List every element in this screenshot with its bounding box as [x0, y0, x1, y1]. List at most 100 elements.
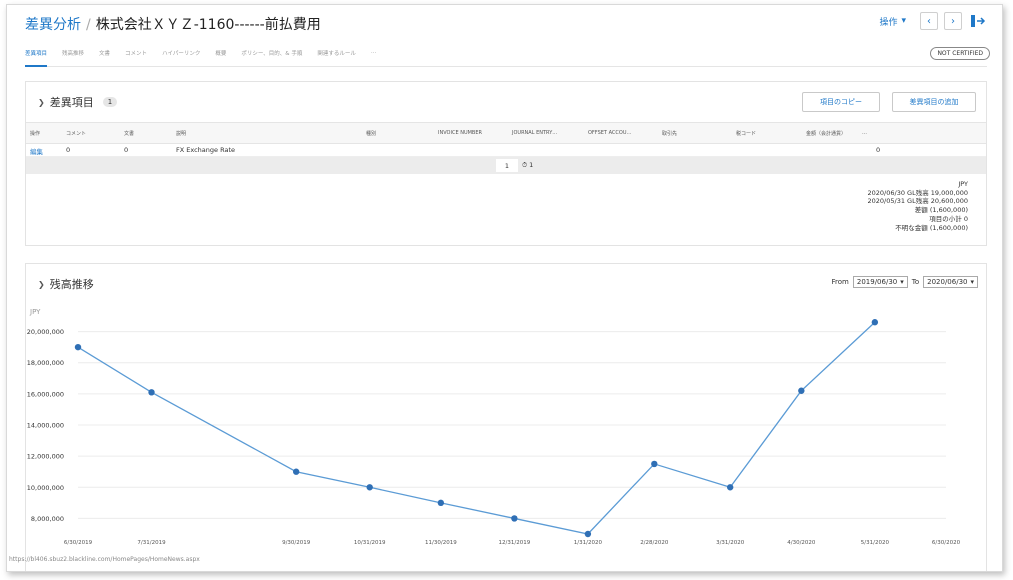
clock-icon: ⏱ [522, 161, 528, 169]
column-header[interactable]: INVOICE NUMBER [438, 130, 482, 136]
account-title: 株式会社ＸＹＺ-1160------前払費用 [95, 17, 321, 33]
variance-items-header[interactable]: ❯ 差異項目 1 [38, 94, 118, 110]
record-count-value: 1 [529, 161, 534, 169]
breadcrumb-separator: / [86, 17, 91, 33]
column-header[interactable]: 説明 [176, 130, 186, 137]
balance-summary: JPY 2020/06/30 GL残高 19,000,000 2020/05/31 … [868, 180, 968, 232]
x-tick-label: 2/28/2020 [640, 540, 669, 546]
tab-item[interactable]: ハイパーリンク [162, 45, 200, 67]
tab-item[interactable]: 関連するルール [317, 45, 356, 67]
data-point [437, 499, 445, 507]
summary-line: JPY [958, 180, 968, 188]
chevron-down-icon: ▾ [901, 16, 906, 26]
balance-trend-title: 残高推移 [49, 278, 94, 291]
variance-table-header: 操作 コメント 文書 説明 種別 INVOICE NUMBER JOURNAL ENTRY…… [26, 122, 986, 144]
data-point [798, 387, 805, 394]
tab-item[interactable]: 文書 [99, 45, 110, 67]
date-range-selector: From 2019/06/30 ▾ To 2020/06/30 ▾ [832, 276, 978, 288]
table-pager: 1 ⏱ 1 [26, 157, 986, 174]
column-header[interactable]: 取引先 [662, 130, 677, 137]
y-tick-label: 16,000,000 [27, 390, 64, 398]
tab-bar: 差異項目 残高推移 文書 コメント ハイパーリンク 概要 ポリシー、目的、& 手順 関連するル… [25, 45, 987, 67]
tab-item[interactable]: 差異項目 [25, 45, 48, 67]
row-comment-count: 0 [66, 146, 71, 154]
column-header[interactable]: OFFSET ACCOU… [588, 130, 632, 136]
balance-trend-chart: JPY 20,000,000 18,000,000 16,000,000 14,000,… [27, 308, 961, 546]
to-label: To [911, 278, 920, 286]
x-tick-label: 7/31/2019 [137, 540, 166, 546]
x-tick-label: 9/30/2019 [282, 540, 311, 546]
dropdown-arrow-icon: ▾ [900, 278, 904, 286]
chevron-left-icon: ‹ [927, 15, 931, 27]
exit-button[interactable] [968, 12, 988, 30]
operations-menu[interactable]: 操作 ▾ [879, 15, 906, 28]
y-tick-label: 20,000,000 [27, 328, 64, 336]
summary-line: 2020/05/31 GL残高 20,600,000 [867, 197, 968, 206]
x-tick-label: 3/31/2020 [716, 540, 745, 546]
edit-link[interactable]: 編集 [30, 146, 43, 156]
column-header[interactable]: コメント [66, 130, 86, 137]
y-tick-label: 10,000,000 [27, 484, 64, 492]
summary-line: 項目の小計 0 [929, 214, 968, 223]
certification-badge: NOT CERTIFIED [930, 47, 990, 60]
y-tick-label: 18,000,000 [27, 359, 64, 367]
to-date-select[interactable]: 2020/06/30 ▾ [923, 276, 978, 288]
column-header[interactable]: … [862, 130, 867, 136]
exit-icon [971, 15, 986, 27]
previous-button[interactable]: ‹ [920, 12, 938, 30]
balance-trend-panel: ❯ 残高推移 From 2019/06/30 ▾ To 2020/06/30 ▾ J… [25, 263, 987, 571]
data-point [871, 319, 879, 326]
tab-item[interactable]: コメント [125, 45, 147, 67]
dropdown-arrow-icon: ▾ [970, 278, 974, 286]
from-label: From [831, 278, 849, 286]
tab-item[interactable]: 概要 [215, 45, 226, 67]
data-point [584, 530, 592, 538]
column-header[interactable]: 操作 [30, 130, 40, 137]
x-tick-label: 1/31/2020 [574, 540, 603, 546]
breadcrumb-link[interactable]: 差異分析 [25, 17, 81, 33]
to-date-value: 2020/06/30 [927, 278, 968, 286]
y-tick-label: 14,000,000 [27, 422, 64, 430]
operations-label: 操作 [879, 17, 898, 28]
from-date-select[interactable]: 2019/06/30 ▾ [852, 276, 908, 288]
collapse-chevron-icon: ❯ [38, 97, 45, 107]
app-window: 差異分析 / 株式会社ＸＹＺ-1160------前払費用 操作 ▾ ‹ › 差異項… [6, 4, 1003, 572]
from-date-value: 2019/06/30 [856, 278, 898, 286]
x-tick-label: 11/30/2019 [425, 540, 457, 546]
tab-item[interactable]: ポリシー、目的、& 手順 [241, 45, 302, 67]
summary-line: 差額 (1,600,000) [914, 206, 968, 215]
column-header[interactable]: 文書 [124, 130, 134, 137]
variance-items-count: 1 [102, 97, 118, 107]
data-point [511, 515, 518, 522]
x-tick-label: 4/30/2020 [787, 540, 816, 546]
x-tick-label: 6/30/2019 [64, 540, 93, 546]
variance-items-panel: ❯ 差異項目 1 項目のコピー 差異項目の追加 操作 コメント 文書 説明 種別 INVO… [25, 81, 987, 246]
row-amount: 0 [876, 146, 881, 154]
series-line [77, 321, 876, 535]
balance-trend-header[interactable]: ❯ 残高推移 [38, 276, 94, 292]
tab-item[interactable]: … [371, 45, 377, 67]
x-tick-label: 5/31/2020 [861, 540, 890, 546]
y-tick-label: 12,000,000 [27, 453, 64, 461]
chevron-right-icon: › [951, 15, 955, 27]
page-number-input[interactable]: 1 [496, 159, 518, 172]
record-count: ⏱ 1 [522, 161, 533, 170]
row-document-count: 0 [124, 146, 129, 154]
y-tick-label: 8,000,000 [31, 515, 64, 523]
column-header[interactable]: 金額（会計通貨） [806, 130, 846, 137]
y-axis-unit-label: JPY [29, 308, 41, 316]
x-tick-label: 10/31/2019 [354, 540, 386, 546]
status-url: https://bl406.sbuz2.blackline.com/HomePa… [9, 556, 200, 563]
row-description: FX Exchange Rate [176, 146, 235, 154]
column-header[interactable]: 種別 [366, 130, 376, 137]
page-title: 差異分析 / 株式会社ＸＹＺ-1160------前払費用 [25, 14, 321, 34]
column-header[interactable]: JOURNAL ENTRY… [512, 130, 557, 136]
copy-items-button[interactable]: 項目のコピー [802, 92, 880, 112]
data-point [74, 343, 82, 351]
add-variance-item-button[interactable]: 差異項目の追加 [892, 92, 976, 112]
tab-item[interactable]: 残高推移 [62, 45, 84, 67]
table-row: 編集 0 0 FX Exchange Rate 0 [26, 144, 986, 157]
next-button[interactable]: › [944, 12, 962, 30]
x-tick-label: 6/30/2020 [932, 540, 961, 546]
column-header[interactable]: 税コード [736, 130, 756, 137]
